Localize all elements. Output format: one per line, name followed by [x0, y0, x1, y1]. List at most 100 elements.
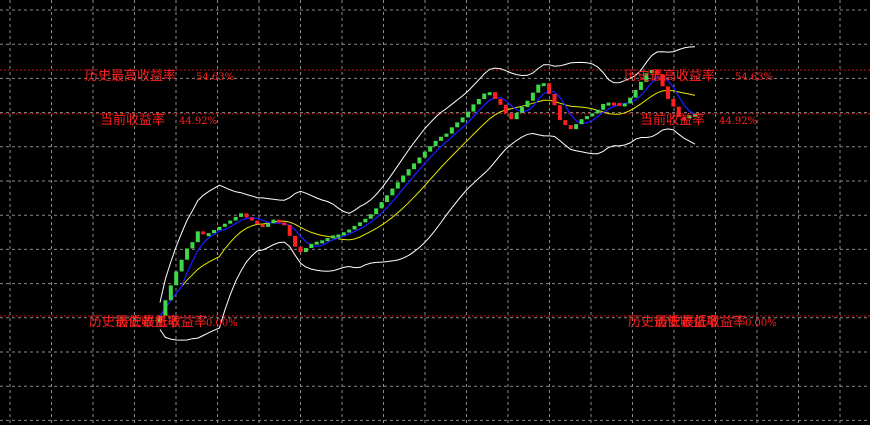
candle-up — [174, 271, 179, 286]
candle-up — [336, 234, 341, 238]
bollinger-upper-band — [159, 46, 696, 303]
candle-down — [498, 98, 503, 105]
candle-up — [471, 104, 476, 112]
candle-down — [287, 225, 292, 236]
candle-up — [341, 232, 346, 236]
candle-up — [476, 98, 481, 105]
candle-up — [633, 89, 638, 98]
min-return-label-overlap-left: 历史最低收益率 — [116, 314, 207, 330]
candle-down — [552, 94, 557, 106]
candle-up — [428, 146, 433, 152]
min-return-label-overlap-right: 历史最低收益率 — [655, 314, 746, 330]
candle-up — [422, 151, 427, 158]
candle-down — [244, 213, 249, 218]
candle-up — [309, 243, 314, 249]
label-current-left: 当前收益率 44.92% — [100, 112, 217, 128]
candle-up — [595, 109, 600, 114]
candle-up — [411, 163, 416, 170]
candle-up — [239, 213, 244, 217]
candle-down — [276, 219, 281, 223]
current-return-label-text-left: 当前收益率 — [100, 112, 165, 128]
candle-up — [487, 92, 492, 96]
candle-up — [530, 92, 535, 101]
candle-up — [579, 119, 584, 125]
min-return-label-value-left: 0.00% — [206, 318, 238, 329]
candle-down — [611, 102, 616, 106]
candle-up — [228, 220, 233, 224]
candle-down — [293, 235, 298, 247]
max-return-label-text-left: 历史最高收益率 — [85, 68, 176, 84]
label-min-left: 历史最低收益率 历史最低收益率 0.00% — [89, 314, 238, 330]
candle-up — [455, 122, 460, 128]
chart-grid — [0, 0, 870, 425]
label-max-right: 历史最高收益率 54.63% — [624, 68, 773, 84]
candle-up — [212, 229, 217, 234]
candle-up — [352, 225, 357, 230]
candle-down — [298, 246, 303, 253]
candle-up — [606, 102, 611, 106]
current-return-label-value-left: 44.92% — [179, 116, 217, 127]
candle-up — [179, 259, 184, 272]
candle-up — [325, 238, 330, 242]
candle-up — [330, 235, 335, 239]
candle-down — [249, 217, 254, 221]
candle-up — [303, 248, 308, 253]
candle-up — [439, 136, 444, 141]
candle-up — [217, 226, 222, 230]
reference-lines — [0, 69, 870, 317]
candle-up — [628, 97, 633, 104]
moving-average-slow-line — [159, 89, 696, 317]
max-return-label-value-right: 54.63% — [735, 72, 773, 83]
candle-up — [460, 117, 465, 123]
candle-up — [622, 103, 627, 107]
label-current-right: 当前收益率 44.92% — [640, 112, 757, 128]
candle-up — [433, 140, 438, 147]
candle-down — [557, 105, 562, 121]
candle-up — [466, 111, 471, 118]
candle-up — [444, 133, 449, 137]
chart-plot-area: 历史最高收益率 54.63% 历史最高收益率 54.63% 当前收益率 44.9… — [0, 0, 870, 425]
candle-up — [206, 233, 211, 237]
max-return-label-text-right: 历史最高收益率 — [624, 68, 715, 84]
candle-up — [233, 216, 238, 221]
candle-up — [168, 285, 173, 301]
candle-up — [525, 100, 530, 108]
candle-up — [520, 107, 525, 113]
candle-up — [357, 222, 362, 226]
candle-up — [374, 208, 379, 215]
max-return-label-value-left: 54.63% — [196, 72, 234, 83]
candle-up — [541, 83, 546, 87]
candle-up — [314, 241, 319, 245]
candle-up — [379, 202, 384, 209]
candle-up — [417, 157, 422, 164]
candle-up — [590, 113, 595, 117]
candle-up — [363, 218, 368, 223]
candle-down — [563, 120, 568, 126]
candle-down — [255, 220, 260, 225]
candle-up — [574, 124, 579, 130]
candle-down — [260, 224, 265, 228]
candle-down — [671, 98, 676, 107]
candle-up — [390, 188, 395, 196]
candle-down — [503, 104, 508, 114]
candle-up — [190, 242, 195, 249]
candle-down — [665, 86, 670, 99]
candle-up — [406, 169, 411, 176]
current-return-label-value-right: 44.92% — [719, 116, 757, 127]
candle-down — [201, 231, 206, 235]
candlestick-series — [158, 70, 697, 323]
candle-up — [584, 116, 589, 120]
candle-up — [320, 240, 325, 244]
candle-up — [384, 195, 389, 203]
candle-down — [617, 103, 622, 107]
candle-down — [568, 125, 573, 130]
candle-up — [401, 175, 406, 183]
candle-up — [195, 231, 200, 243]
label-min-right: 历史最低收益率 历史最低收益率 0.00% — [628, 314, 777, 330]
candle-up — [271, 219, 276, 224]
candle-up — [395, 182, 400, 189]
candle-up — [449, 127, 454, 134]
label-max-left: 历史最高收益率 54.63% — [85, 68, 234, 84]
current-return-label-text-right: 当前收益率 — [640, 112, 705, 128]
candle-up — [222, 223, 227, 227]
